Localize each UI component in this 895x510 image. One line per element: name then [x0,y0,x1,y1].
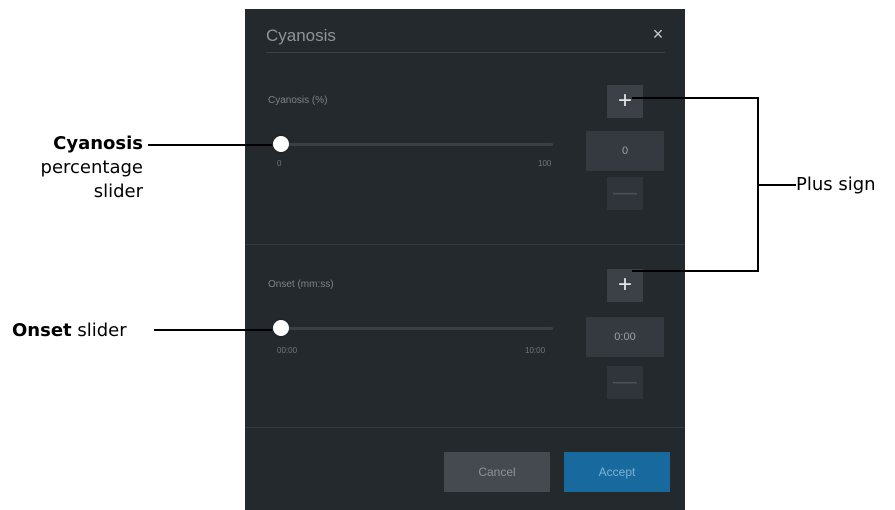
cyanosis-slider-thumb[interactable] [273,136,289,152]
onset-slider-thumb[interactable] [273,320,289,336]
footer-divider [245,427,685,428]
onset-slider-track[interactable] [277,327,553,330]
onset-leader-line [154,329,272,331]
cyanosis-annotation-line2: percentage [40,157,143,178]
cyanosis-min-label: 0 [277,159,282,168]
cyanosis-annotation-line3: slider [93,181,143,202]
accept-button[interactable]: Accept [564,452,670,492]
section-divider [245,244,685,245]
onset-value-field[interactable]: 0:00 [586,317,664,357]
cyanosis-dialog: Cyanosis × Cyanosis (%) + 0 100 0 — Onse… [245,9,685,510]
cyanosis-plus-button[interactable]: + [607,85,643,118]
cyanosis-value-field[interactable]: 0 [586,131,664,171]
onset-annotation: Onset slider [12,319,127,343]
cyanosis-annotation: Cyanosis percentage slider [41,132,143,204]
cancel-button[interactable]: Cancel [444,452,550,492]
cyanosis-annotation-bold: Cyanosis [53,133,143,154]
onset-min-label: 00:00 [277,346,298,355]
dialog-title: Cyanosis [266,26,336,45]
plus-bracket-tick [757,184,796,186]
dialog-header: Cyanosis × [266,9,665,53]
onset-minus-button[interactable]: — [607,366,643,399]
plus-leader-bottom [632,270,758,272]
plus-leader-top [632,97,758,99]
cyanosis-leader-line [148,144,272,146]
onset-plus-button[interactable]: + [607,269,643,302]
cyanosis-slider-track[interactable] [277,143,553,146]
onset-max-label: 10:00 [525,346,546,355]
onset-annotation-rest: slider [71,320,127,341]
cyanosis-minus-button[interactable]: — [607,177,643,210]
onset-annotation-bold: Onset [12,320,72,341]
cyanosis-label: Cyanosis (%) [268,95,328,106]
onset-label: Onset (mm:ss) [268,279,334,290]
cyanosis-max-label: 100 [538,159,552,168]
close-icon[interactable]: × [648,23,668,45]
plus-sign-annotation: Plus sign [796,174,876,195]
